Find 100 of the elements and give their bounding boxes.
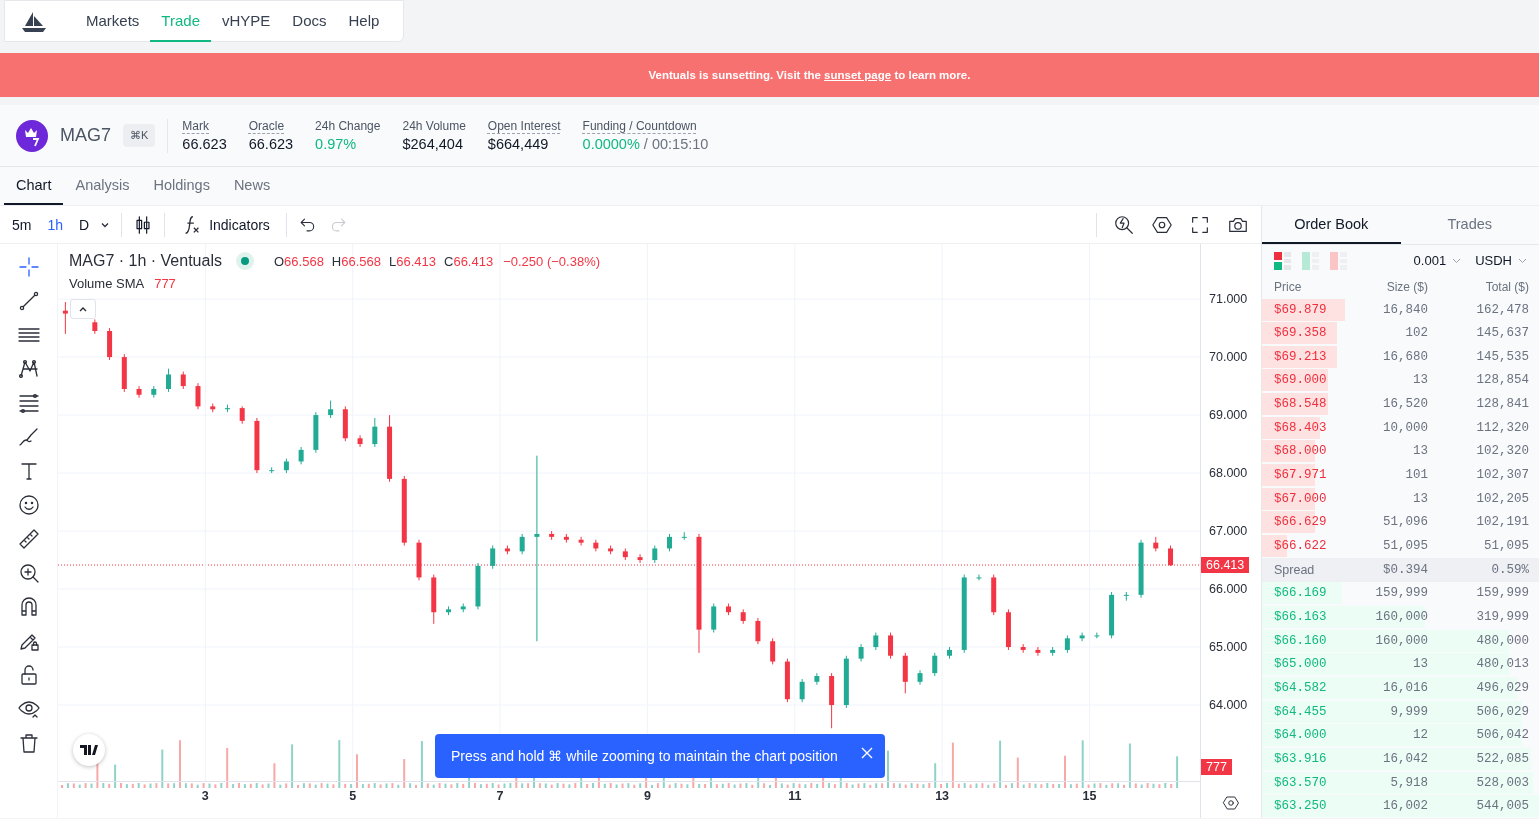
total-cell-text: 522,085: [1475, 751, 1529, 766]
interval-button[interactable]: D: [73, 212, 96, 237]
settings-icon[interactable]: [1222, 794, 1240, 812]
nav-link[interactable]: Docs: [281, 0, 338, 42]
chart-logo-icon[interactable]: [73, 734, 105, 766]
interval-button[interactable]: 5m: [6, 212, 38, 237]
date-tick-label: 7: [496, 789, 504, 803]
candlestick: [195, 382, 201, 410]
size-cell-text: 16,042: [1382, 751, 1428, 766]
indicators-button[interactable]: Indicators: [175, 209, 276, 240]
price-cell-text: $66.163: [1274, 610, 1328, 625]
close-icon[interactable]: [861, 747, 873, 759]
both-sides-view-icon[interactable]: [1274, 251, 1292, 270]
price-cell-text: $67.000: [1274, 491, 1328, 506]
nav-link[interactable]: vHYPE: [211, 0, 282, 42]
size-cell-text: 51,096: [1382, 515, 1428, 530]
size-cell-text: 13: [1412, 373, 1428, 388]
stat-value: 66.623: [248, 136, 294, 152]
shortcut-hint[interactable]: ⌘K: [123, 124, 156, 147]
price-cell-text: $64.455: [1274, 704, 1328, 719]
price-tick-label: 70.000: [1209, 350, 1248, 365]
sailboat-logo-icon[interactable]: [21, 10, 47, 32]
size-cell-text: 16,002: [1382, 799, 1428, 814]
price-change: −0.250 (−0.38%): [503, 253, 601, 269]
stat-label: Open Interest: [487, 119, 561, 133]
order-book-tab[interactable]: Order Book: [1262, 206, 1401, 245]
pattern-icon[interactable]: [16, 357, 41, 381]
collapse-button[interactable]: [70, 299, 96, 319]
currency-dropdown[interactable]: USDH: [1471, 253, 1531, 269]
sunset-page-link[interactable]: sunset page: [824, 69, 892, 81]
candlestick: [372, 417, 378, 448]
stat-label: Funding / Countdown: [582, 119, 698, 133]
price-tick-label: 64.000: [1209, 698, 1248, 713]
quick-search-icon[interactable]: [1113, 213, 1135, 236]
view-tab[interactable]: Analysis: [63, 167, 142, 205]
price-cell-text: $65.000: [1274, 657, 1328, 672]
candlestick: [62, 301, 68, 335]
price-cell-text: $66.622: [1274, 539, 1328, 554]
order-book-tab[interactable]: Trades: [1400, 206, 1539, 245]
indicator-label: Volume SMA: [69, 276, 145, 291]
stat-value: 0.0000% / 00:15:10: [582, 136, 709, 152]
spread-percent: 0.59%: [1490, 562, 1529, 577]
sunset-notice: Ventuals is sunsetting. Visit the sunset page to learn more.: [647, 69, 971, 81]
view-tab[interactable]: Holdings: [141, 167, 222, 205]
date-tick-label: 11: [788, 789, 802, 803]
candlestick: [357, 434, 363, 448]
smiley-icon[interactable]: [16, 493, 41, 517]
price-cell-text: $69.879: [1274, 302, 1328, 317]
nav-link[interactable]: Markets: [75, 0, 151, 42]
candlestick: [770, 637, 776, 665]
total-cell-text: 506,042: [1475, 728, 1529, 743]
total-cell-text: 102,205: [1475, 491, 1529, 506]
candlestick: [1035, 646, 1041, 657]
price-cell-text: $66.169: [1274, 586, 1328, 601]
price-cell-text: $69.000: [1274, 373, 1328, 388]
ohlc-label: C: [444, 253, 454, 269]
nav-link[interactable]: Trade: [150, 0, 211, 42]
candlestick: [711, 603, 717, 634]
total-cell-text: 102,307: [1475, 468, 1529, 483]
size-cell-text: 102: [1404, 326, 1428, 341]
date-tick-label: 5: [349, 789, 357, 803]
view-tab[interactable]: News: [221, 167, 283, 205]
column-header: Price: [1274, 279, 1303, 294]
stat-label: 24h Change: [315, 119, 381, 133]
date-tick-label: 3: [201, 789, 209, 803]
size-cell-text: 13: [1412, 444, 1428, 459]
ohlc-value: 66.568: [284, 253, 324, 269]
nav-link[interactable]: Help: [337, 0, 391, 42]
view-tab[interactable]: Chart: [4, 167, 64, 205]
total-cell-text: 128,841: [1475, 397, 1529, 412]
total-cell-text: 506,029: [1475, 704, 1529, 719]
tick-size-dropdown[interactable]: 0.001: [1409, 253, 1466, 269]
size-cell-text: 160,000: [1374, 610, 1428, 625]
candlestick: [799, 678, 805, 703]
candlestick: [976, 574, 982, 581]
size-cell-text: 12: [1412, 728, 1428, 743]
candlestick: [136, 385, 142, 399]
total-cell-text: 102,320: [1475, 444, 1529, 459]
price-cell-text: $63.916: [1274, 751, 1328, 766]
price-cell-text: $68.403: [1274, 420, 1328, 435]
chevron-down-icon: [1452, 257, 1462, 264]
stat-value: 66.623: [182, 136, 227, 152]
total-cell-text: 480,013: [1475, 657, 1529, 672]
interval-button[interactable]: 1h: [41, 212, 70, 237]
total-cell-text: 544,005: [1475, 799, 1529, 814]
price-cell-text: $69.358: [1274, 326, 1328, 341]
stat-value: $664,449: [487, 136, 550, 152]
price-cell-text: $63.570: [1274, 775, 1328, 790]
total-cell-text: 319,999: [1475, 610, 1529, 625]
spread-value: $0.394: [1382, 562, 1428, 577]
candlestick: [755, 617, 761, 645]
bid-row[interactable]: $63.250 16,002 544,005: [1262, 794, 1539, 819]
size-cell-text: 9,999: [1389, 704, 1428, 719]
size-cell-text: 16,520: [1382, 397, 1428, 412]
total-cell-text: 128,854: [1475, 373, 1529, 388]
candlestick: [637, 553, 643, 564]
size-cell-text: 101: [1404, 468, 1428, 483]
market-symbol: MAG7: [60, 125, 111, 146]
size-cell-text: 159,999: [1374, 586, 1428, 601]
candlestick: [490, 545, 496, 570]
